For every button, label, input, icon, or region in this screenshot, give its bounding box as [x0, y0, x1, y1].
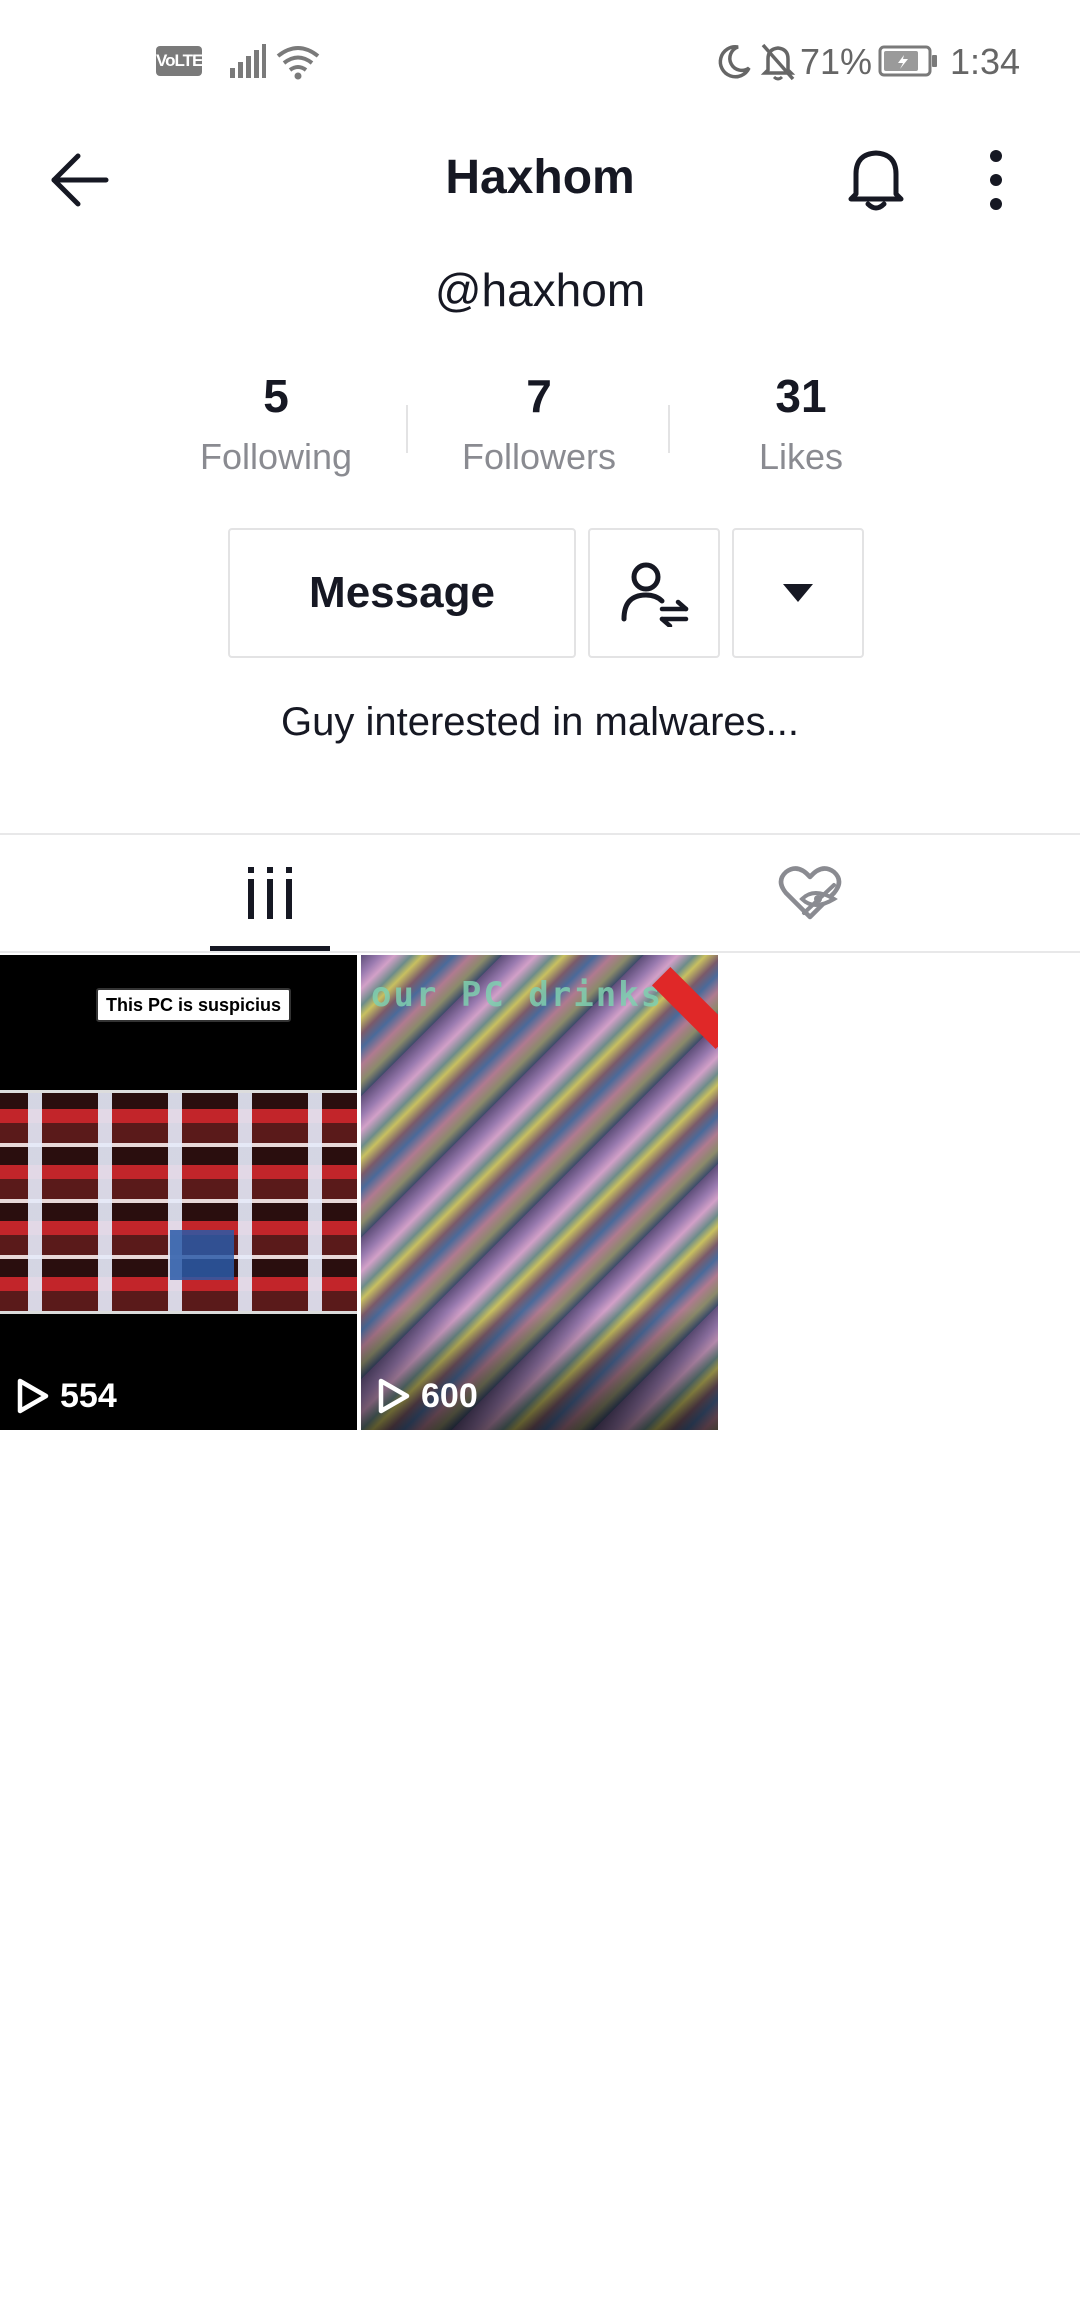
video-caption: This PC is suspicius	[96, 988, 292, 1022]
battery-percent: 71%	[800, 41, 873, 82]
more-options-button[interactable]	[976, 146, 1016, 214]
status-bar: VoLTE 71% 1:34	[0, 0, 1080, 125]
stat-value: 31	[775, 370, 827, 422]
video-image-detail	[170, 1230, 234, 1280]
stat-divider	[668, 405, 670, 453]
bell-off-icon	[760, 43, 796, 81]
video-thumbnail[interactable]: This PC is suspicius 554	[0, 955, 357, 1430]
moon-icon	[718, 45, 751, 79]
stat-followers[interactable]: 7 Followers	[429, 366, 649, 482]
stat-label: Likes	[758, 436, 844, 477]
back-button[interactable]	[48, 148, 112, 212]
stat-label: Following	[199, 436, 353, 477]
signal-icon	[230, 44, 266, 78]
notifications-button[interactable]	[846, 146, 906, 214]
tab-videos[interactable]	[0, 835, 540, 951]
stat-label: Followers	[461, 436, 617, 477]
following-status-button[interactable]	[588, 528, 720, 658]
battery-icon	[878, 45, 937, 77]
view-count-text: 600	[421, 1377, 478, 1415]
username-handle: @haxhom	[434, 264, 646, 316]
video-thumbnail[interactable]: our PC drinks 600	[361, 955, 718, 1430]
back-arrow-icon	[51, 153, 109, 207]
stat-value: 5	[263, 370, 289, 422]
play-icon	[378, 1378, 410, 1414]
play-icon	[17, 1378, 49, 1414]
profile-bio: Guy interested in malwares...	[281, 700, 799, 744]
video-image	[0, 1090, 357, 1314]
grid-icon	[248, 867, 292, 919]
video-view-count: 600	[377, 1376, 478, 1416]
volte-icon: VoLTE	[156, 46, 203, 76]
more-vertical-icon	[990, 150, 1002, 210]
suggested-accounts-button[interactable]	[732, 528, 864, 658]
stat-value: 7	[526, 370, 552, 422]
wifi-icon	[276, 46, 320, 80]
view-count-text: 554	[60, 1377, 117, 1415]
video-view-count: 554	[16, 1376, 117, 1416]
page-title: Haxhom	[445, 151, 635, 204]
tab-liked[interactable]	[540, 835, 1080, 951]
stat-divider	[406, 405, 408, 453]
stat-following[interactable]: 5 Following	[166, 366, 386, 482]
bell-icon	[848, 150, 904, 211]
message-button[interactable]: Message	[228, 528, 576, 658]
person-swap-icon	[621, 562, 689, 627]
caret-down-icon	[783, 584, 813, 602]
stat-likes[interactable]: 31 Likes	[691, 366, 911, 482]
liked-hidden-icon	[778, 866, 842, 920]
divider	[0, 951, 1080, 953]
clock: 1:34	[950, 41, 1021, 82]
